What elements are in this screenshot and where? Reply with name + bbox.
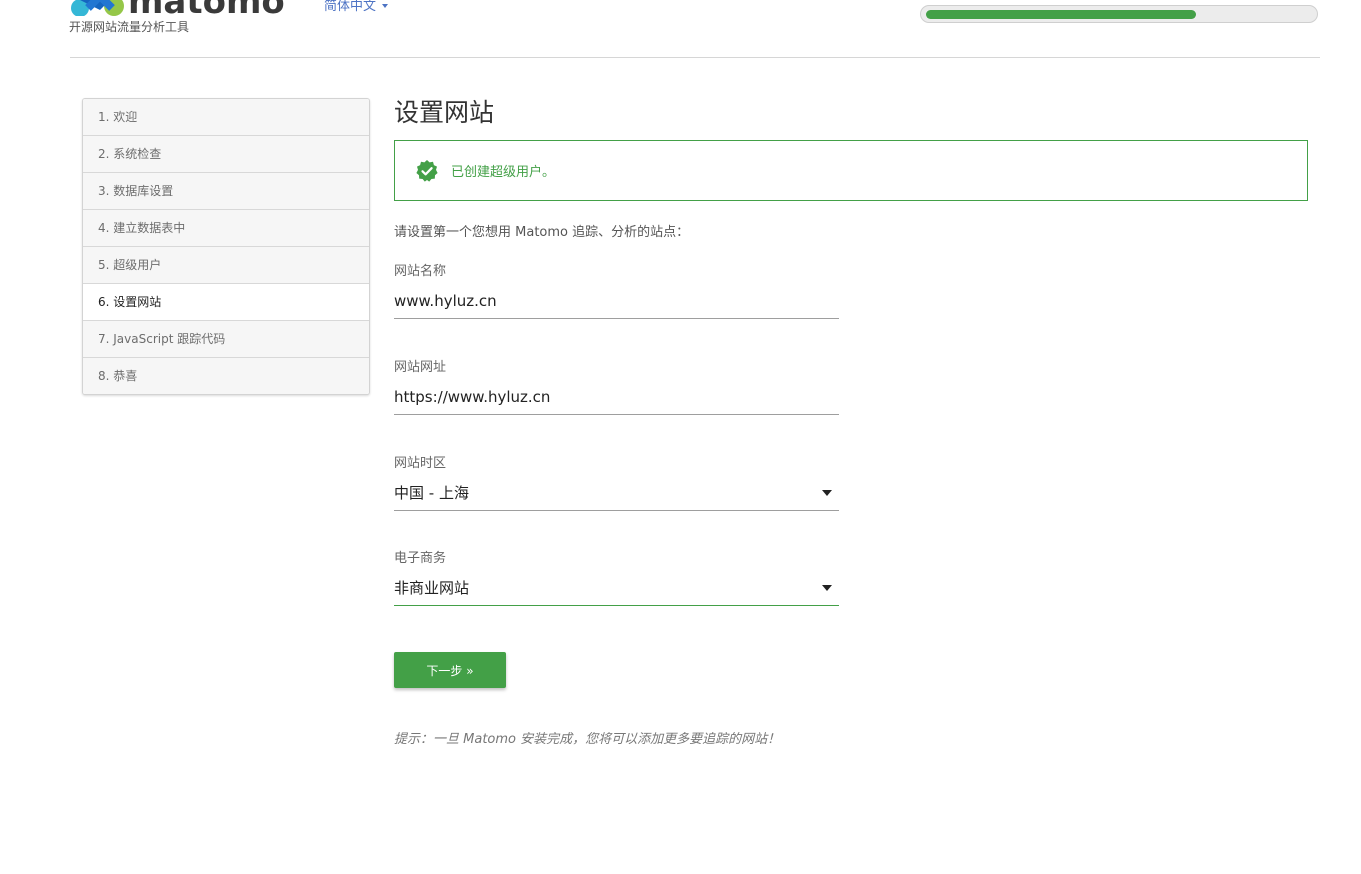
ecommerce-select[interactable]: 非商业网站 [394,571,839,606]
step-item: 1. 欢迎 [83,99,369,136]
main-content: 设置网站 已创建超级用户。 请设置第一个您想用 Matomo 追踪、分析的站点：… [394,96,1308,747]
ecommerce-field: 电子商务 非商业网站 [394,547,839,606]
ecommerce-selected-value: 非商业网站 [394,579,470,597]
step-item: 8. 恭喜 [83,358,369,394]
logo-subtitle: 开源网站流量分析工具 [69,20,190,34]
check-badge-icon [416,159,438,182]
timezone-label: 网站时区 [394,456,447,471]
step-item: 6. 设置网站 [83,284,369,321]
page-title: 设置网站 [394,98,495,127]
site-name-label: 网站名称 [394,264,447,279]
header: matomo 开源网站流量分析工具 简体中文 [0,0,1361,58]
ecommerce-label: 电子商务 [394,551,447,566]
caret-down-icon [382,3,389,8]
install-progress-bar [920,5,1318,23]
step-item: 5. 超级用户 [83,247,369,284]
step-item: 4. 建立数据表中 [83,210,369,247]
dropdown-triangle-icon [822,490,832,496]
progress-fill [926,10,1196,19]
matomo-logo[interactable]: matomo [70,0,292,16]
matomo-logo-icon [71,0,124,16]
site-name-input[interactable]: www.hyluz.cn [394,284,839,319]
alert-message: 已创建超级用户。 [451,165,556,180]
site-url-input[interactable]: https://www.hyluz.cn [394,380,839,415]
language-label: 简体中文 [324,0,377,14]
timezone-select[interactable]: 中国 - 上海 [394,476,839,511]
step-item: 3. 数据库设置 [83,173,369,210]
timezone-field: 网站时区 中国 - 上海 [394,452,839,511]
logo-text: matomo [128,0,285,16]
success-alert: 已创建超级用户。 [394,140,1308,201]
next-button[interactable]: 下一步 » [394,652,506,688]
timezone-selected-value: 中国 - 上海 [394,484,469,502]
language-selector[interactable]: 简体中文 [324,0,389,14]
step-item: 2. 系统检查 [83,136,369,173]
install-steps-list: 1. 欢迎 2. 系统检查 3. 数据库设置 4. 建立数据表中 5. 超级用户 6. 设… [82,98,370,395]
intro-text: 请设置第一个您想用 Matomo 追踪、分析的站点： [394,225,690,240]
step-item: 7. JavaScript 跟踪代码 [83,321,369,358]
hint-text: 提示：一旦 Matomo 安装完成，您将可以添加更多要追踪的网站！ [394,732,781,747]
dropdown-triangle-icon [822,585,832,591]
site-url-field: 网站网址 https://www.hyluz.cn [394,356,839,415]
header-divider [70,57,1320,58]
site-url-label: 网站网址 [394,360,447,375]
site-name-field: 网站名称 www.hyluz.cn [394,260,839,319]
